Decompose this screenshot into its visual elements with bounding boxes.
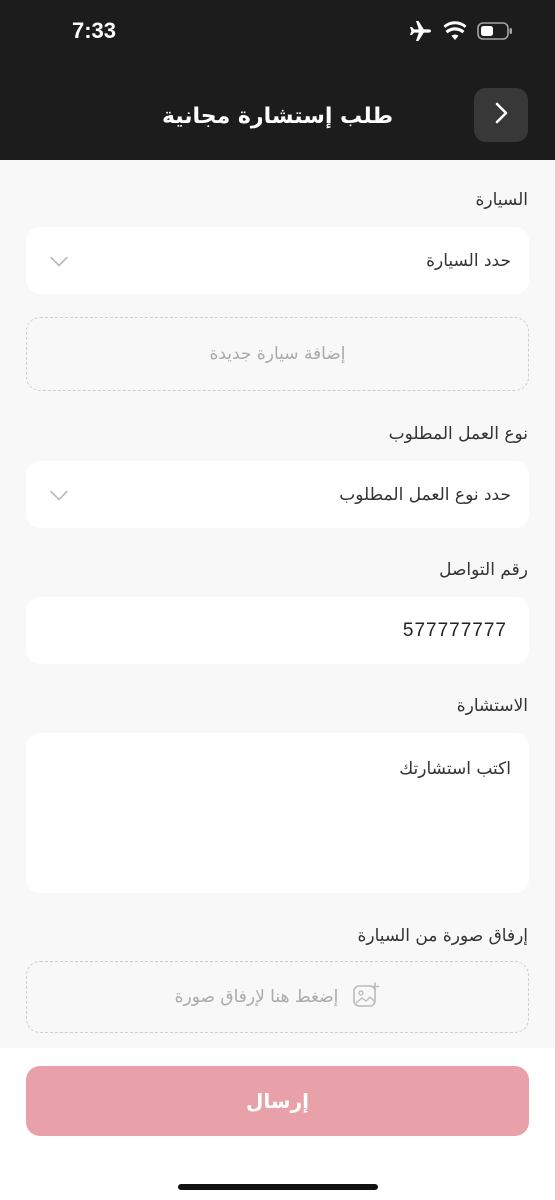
back-button[interactable] bbox=[474, 88, 528, 142]
contact-number-value: 577777777 bbox=[402, 619, 507, 641]
contact-number-field[interactable]: 577777777 bbox=[26, 597, 529, 664]
consultation-textarea[interactable]: اكتب استشارتك bbox=[26, 733, 529, 893]
chevron-down-icon bbox=[50, 485, 68, 504]
consultation-label: الاستشارة bbox=[456, 696, 528, 716]
attach-photo-button[interactable]: إضغط هنا لإرفاق صورة bbox=[26, 961, 529, 1033]
car-select-placeholder: حدد السيارة bbox=[426, 250, 511, 271]
car-select[interactable]: حدد السيارة bbox=[26, 227, 529, 294]
airplane-icon bbox=[409, 20, 433, 42]
contact-label: رقم التواصل bbox=[439, 560, 528, 580]
add-car-button[interactable]: إضافة سيارة جديدة bbox=[26, 317, 529, 391]
submit-button[interactable]: إرسال bbox=[26, 1066, 529, 1136]
status-icons bbox=[409, 20, 513, 42]
home-indicator bbox=[178, 1184, 378, 1190]
consultation-placeholder: اكتب استشارتك bbox=[399, 759, 511, 779]
wifi-icon bbox=[443, 21, 467, 41]
work-type-select[interactable]: حدد نوع العمل المطلوب bbox=[26, 461, 529, 528]
chevron-right-icon bbox=[492, 101, 510, 129]
chevron-down-icon bbox=[50, 251, 68, 270]
page-title: طلب إستشارة مجانية bbox=[161, 104, 394, 129]
work-type-placeholder: حدد نوع العمل المطلوب bbox=[339, 484, 511, 505]
top-bar: 7:33 طلب إستشارة مجانية bbox=[0, 0, 555, 160]
car-label: السيارة bbox=[475, 190, 529, 210]
battery-icon bbox=[477, 21, 513, 41]
add-image-icon bbox=[352, 982, 380, 1012]
attachment-label: إرفاق صورة من السيارة bbox=[357, 926, 528, 946]
bottom-bar: إرسال bbox=[0, 1048, 555, 1200]
work-type-label: نوع العمل المطلوب bbox=[388, 424, 528, 444]
attach-photo-hint: إضغط هنا لإرفاق صورة bbox=[174, 987, 339, 1007]
add-car-label: إضافة سيارة جديدة bbox=[209, 344, 346, 364]
status-time: 7:33 bbox=[72, 18, 117, 43]
